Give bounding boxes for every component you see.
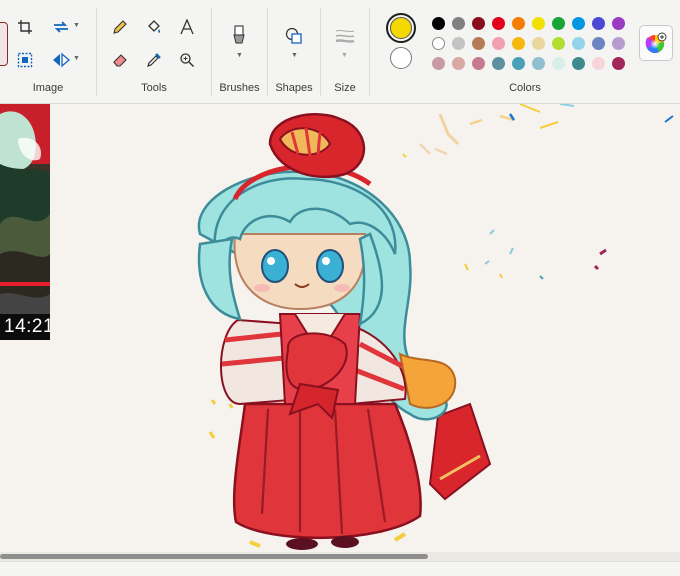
horizontal-scrollbar-thumb[interactable] xyxy=(0,554,428,559)
palette-swatch[interactable] xyxy=(532,57,545,70)
horizontal-scrollbar[interactable] xyxy=(0,552,680,561)
palette-swatch[interactable] xyxy=(532,17,545,30)
palette-swatch[interactable] xyxy=(512,17,525,30)
size-group[interactable]: ▼ Size xyxy=(321,0,369,103)
palette-swatch[interactable] xyxy=(532,37,545,50)
size-dropdown-chevron-icon[interactable]: ▼ xyxy=(341,52,348,59)
ribbon-toolbar: ▼ ▼ Image Tools ▼ Brushes ▼ Shapes ▼ Siz… xyxy=(0,0,680,104)
image-group: ▼ ▼ Image xyxy=(0,0,96,103)
brushes-group-label: Brushes xyxy=(219,82,260,94)
select-tool[interactable] xyxy=(0,22,8,66)
flip-icon[interactable] xyxy=(48,48,74,72)
edit-colors-button[interactable] xyxy=(639,25,673,61)
colors-group-label: Colors xyxy=(509,82,541,94)
brushes-group[interactable]: ▼ Brushes xyxy=(212,0,267,103)
palette-swatch[interactable] xyxy=(492,57,505,70)
text-icon[interactable] xyxy=(174,15,200,39)
tools-group: Tools xyxy=(97,0,211,103)
palette-swatch[interactable] xyxy=(432,37,445,50)
rotate-dropdown-chevron-icon[interactable]: ▼ xyxy=(73,22,80,29)
palette-swatch[interactable] xyxy=(552,37,565,50)
palette-swatch[interactable] xyxy=(472,17,485,30)
shapes-icon[interactable] xyxy=(281,24,307,48)
palette-swatch[interactable] xyxy=(612,37,625,50)
palette-swatch[interactable] xyxy=(592,57,605,70)
flip-dropdown-chevron-icon[interactable]: ▼ xyxy=(73,55,80,62)
palette-swatch[interactable] xyxy=(572,57,585,70)
palette-swatch[interactable] xyxy=(432,57,445,70)
drawing-canvas[interactable]: 14:21 xyxy=(0,104,680,552)
palette-swatch[interactable] xyxy=(572,37,585,50)
tools-group-label: Tools xyxy=(141,82,167,94)
palette-swatch[interactable] xyxy=(552,17,565,30)
palette-swatch[interactable] xyxy=(572,17,585,30)
palette-swatch[interactable] xyxy=(472,37,485,50)
color1-swatch[interactable] xyxy=(390,17,412,39)
palette-swatch[interactable] xyxy=(452,57,465,70)
colors-group: Colors xyxy=(370,0,680,103)
palette-swatch[interactable] xyxy=(452,37,465,50)
palette-swatch[interactable] xyxy=(512,57,525,70)
color-picker-icon[interactable] xyxy=(141,48,167,72)
image-group-label: Image xyxy=(32,82,64,94)
shapes-dropdown-chevron-icon[interactable]: ▼ xyxy=(291,52,298,59)
palette-swatch[interactable] xyxy=(452,17,465,30)
palette-swatch[interactable] xyxy=(552,57,565,70)
palette-swatch[interactable] xyxy=(612,17,625,30)
pencil-icon[interactable] xyxy=(107,15,133,39)
line-size-icon[interactable] xyxy=(332,24,358,48)
brush-icon[interactable] xyxy=(226,24,252,48)
status-bar xyxy=(0,561,680,576)
shapes-group[interactable]: ▼ Shapes xyxy=(268,0,320,103)
color2-swatch[interactable] xyxy=(390,47,412,69)
size-group-label: Size xyxy=(334,82,356,94)
character-illustration xyxy=(197,104,674,550)
palette-swatch[interactable] xyxy=(512,37,525,50)
brushes-dropdown-chevron-icon[interactable]: ▼ xyxy=(236,52,243,59)
shapes-group-label: Shapes xyxy=(275,82,313,94)
rotate-icon[interactable] xyxy=(48,15,74,39)
palette-swatch[interactable] xyxy=(592,17,605,30)
color-wheel-icon xyxy=(645,32,667,53)
magnifier-icon[interactable] xyxy=(174,48,200,72)
palette-swatch[interactable] xyxy=(492,37,505,50)
resize-icon[interactable] xyxy=(12,48,38,72)
palette-swatch[interactable] xyxy=(492,17,505,30)
palette-swatch[interactable] xyxy=(432,17,445,30)
palette-swatch[interactable] xyxy=(612,57,625,70)
palette-swatch[interactable] xyxy=(592,37,605,50)
crop-icon[interactable] xyxy=(12,15,38,39)
fill-bucket-icon[interactable] xyxy=(141,15,167,39)
palette-swatch[interactable] xyxy=(472,57,485,70)
eraser-icon[interactable] xyxy=(107,48,133,72)
